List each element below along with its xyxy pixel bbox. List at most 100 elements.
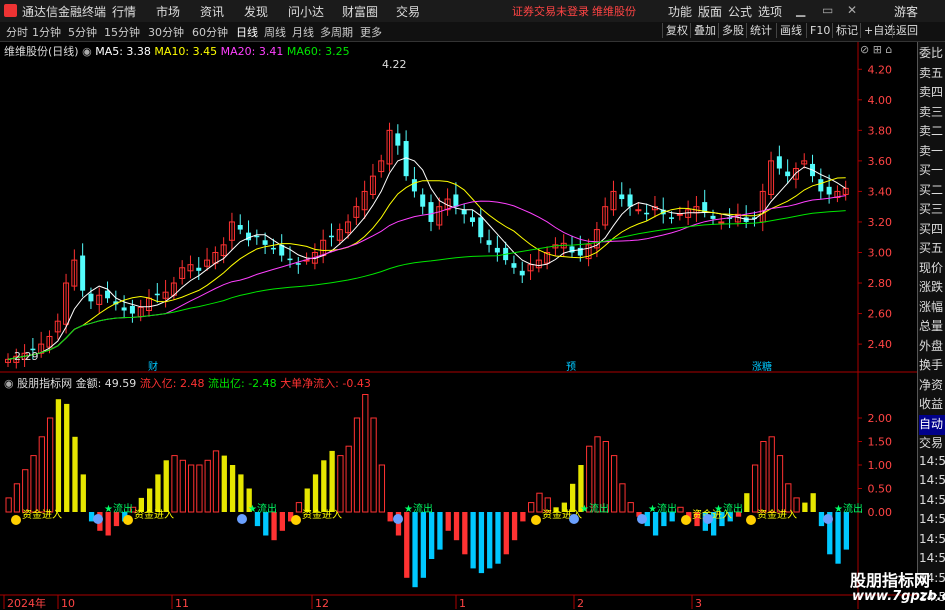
marker-cai: 财 [148, 360, 158, 373]
sad-icon [93, 514, 103, 524]
period-30min[interactable]: 30分钟 [148, 24, 184, 40]
sub-bar-positive [570, 483, 576, 512]
multi-stock-button[interactable]: 多股 [718, 23, 747, 38]
sub-bar-positive [802, 502, 808, 512]
menu-layout[interactable]: 版面 [698, 3, 722, 20]
candle-body [718, 221, 725, 224]
sub-bar-positive [776, 455, 784, 513]
money-out-bubble: ★流出 [648, 502, 677, 515]
watermark-title: 股朋指标网 [850, 571, 931, 590]
menu-formula[interactable]: 公式 [728, 3, 752, 20]
smile-icon [746, 515, 756, 525]
candle-body [154, 293, 160, 296]
sub-bar-positive [171, 455, 178, 513]
overlay-button[interactable]: 叠加 [690, 23, 719, 38]
sub-bar-positive [64, 403, 70, 512]
sub-bar-positive [196, 464, 203, 513]
menu-discover[interactable]: 发现 [244, 3, 268, 20]
side-panel-item[interactable]: 自动 [919, 414, 945, 435]
period-toolbar: 分时 1分钟 5分钟 15分钟 30分钟 60分钟 日线 周线 月线 多周期 更… [0, 22, 945, 42]
indicator-settings-icon[interactable]: ◉ [4, 377, 17, 390]
user-guest[interactable]: 游客 [894, 3, 918, 20]
low-price-label: 2.29 [14, 350, 39, 363]
sub-bar-negative [445, 512, 451, 531]
minimize-icon[interactable]: ▁ [796, 3, 805, 17]
candle-body [710, 215, 716, 219]
menu-trade[interactable]: 交易 [396, 3, 420, 20]
app-title: 通达信金融终端 [22, 5, 107, 19]
menu-market[interactable]: 市场 [156, 3, 180, 20]
sub-bar-negative [652, 512, 659, 536]
period-5min[interactable]: 5分钟 [68, 24, 97, 40]
sub-bar-positive [295, 502, 303, 513]
menu-options[interactable]: 选项 [758, 3, 782, 20]
f10-button[interactable]: F10 [806, 23, 833, 38]
mark-button[interactable]: 标记 [832, 23, 861, 38]
back-button[interactable]: 返回 [892, 23, 921, 38]
sub-bar-negative [279, 512, 285, 531]
sub-y-tick-label: 2.00 [868, 412, 893, 425]
adjust-button[interactable]: 复权 [662, 23, 691, 38]
period-daily[interactable]: 日线 [236, 24, 258, 40]
sub-bar-positive [5, 497, 12, 513]
sub-bar-positive [147, 488, 153, 512]
close-icon[interactable]: ✕ [847, 3, 857, 17]
candle-body [262, 240, 268, 245]
period-multi[interactable]: 多周期 [320, 24, 353, 40]
sub-bar-positive [13, 483, 21, 513]
settings-icon[interactable]: ◉ [82, 45, 95, 58]
sub-bar-positive [22, 469, 29, 513]
period-timeshare[interactable]: 分时 [6, 24, 28, 40]
y-tick-label: 3.80 [868, 124, 893, 137]
period-15min[interactable]: 15分钟 [104, 24, 140, 40]
sub-bar-positive [594, 436, 601, 513]
sub-bar-negative [843, 512, 849, 550]
period-weekly[interactable]: 周线 [264, 24, 286, 40]
y-tick-label: 2.80 [868, 277, 893, 290]
candle-body [627, 194, 633, 207]
side-panel-item[interactable]: 交易 [919, 434, 945, 454]
menu-function[interactable]: 功能 [668, 3, 692, 20]
sub-bar-positive [72, 436, 78, 512]
x-tick-label: 3 [695, 597, 702, 609]
candle-body [129, 305, 135, 314]
period-60min[interactable]: 60分钟 [192, 24, 228, 40]
chart-toolbar-icons[interactable]: ⊘ ⊞ ⌂ [860, 43, 892, 56]
trade-login-notice[interactable]: 证券交易未登录 [512, 3, 589, 19]
period-monthly[interactable]: 月线 [292, 24, 314, 40]
stats-button[interactable]: 统计 [746, 23, 775, 38]
menu-wealth-circle[interactable]: 财富圈 [342, 3, 378, 20]
sub-bar-positive [221, 455, 227, 512]
candle-body [785, 171, 791, 177]
candle-body [511, 263, 517, 268]
sub-bar-negative [387, 512, 393, 522]
period-more[interactable]: 更多 [360, 24, 382, 40]
sub-bar-negative [470, 512, 476, 569]
draw-line-button[interactable]: 画线 [776, 23, 805, 38]
sad-icon [237, 514, 247, 524]
indicator-name: 股朋指标网 [17, 377, 73, 390]
side-panel-item: 买二 [919, 182, 944, 197]
candle-body [328, 235, 334, 238]
sub-bar-positive [378, 464, 386, 513]
side-panel-item: 总量 [919, 319, 944, 333]
sub-bar-positive [212, 450, 220, 513]
side-panel-item: 14:56 [919, 512, 945, 526]
candle-body [428, 202, 434, 222]
candle-body [469, 217, 475, 222]
restore-icon[interactable]: ▭ [822, 3, 833, 17]
sub-bar-positive [760, 441, 767, 513]
period-1min[interactable]: 1分钟 [32, 24, 61, 40]
candle-body [196, 267, 202, 271]
x-tick-label: 11 [175, 597, 189, 609]
money-out-bubble: ★流出 [104, 502, 133, 515]
sub-bar-negative [453, 512, 460, 541]
menu-news[interactable]: 资讯 [200, 3, 224, 20]
kline-chart[interactable]: 4.20 4.00 3.80 3.60 3.40 3.20 3.00 2.80 2.60 2.40… [0, 42, 917, 609]
watermark-url: www.7gpzb.com [852, 589, 945, 604]
main-legend: 维维股份(日线) ◉ MA5: 3.38 MA10: 3.45 MA20: 3.… [4, 43, 350, 59]
sub-bar-negative [420, 512, 426, 578]
menu-quotes[interactable]: 行情 [112, 3, 136, 20]
menu-ask-xiaoda[interactable]: 问小达 [288, 3, 324, 20]
money-in-bubble: 资金进入 [22, 508, 62, 521]
